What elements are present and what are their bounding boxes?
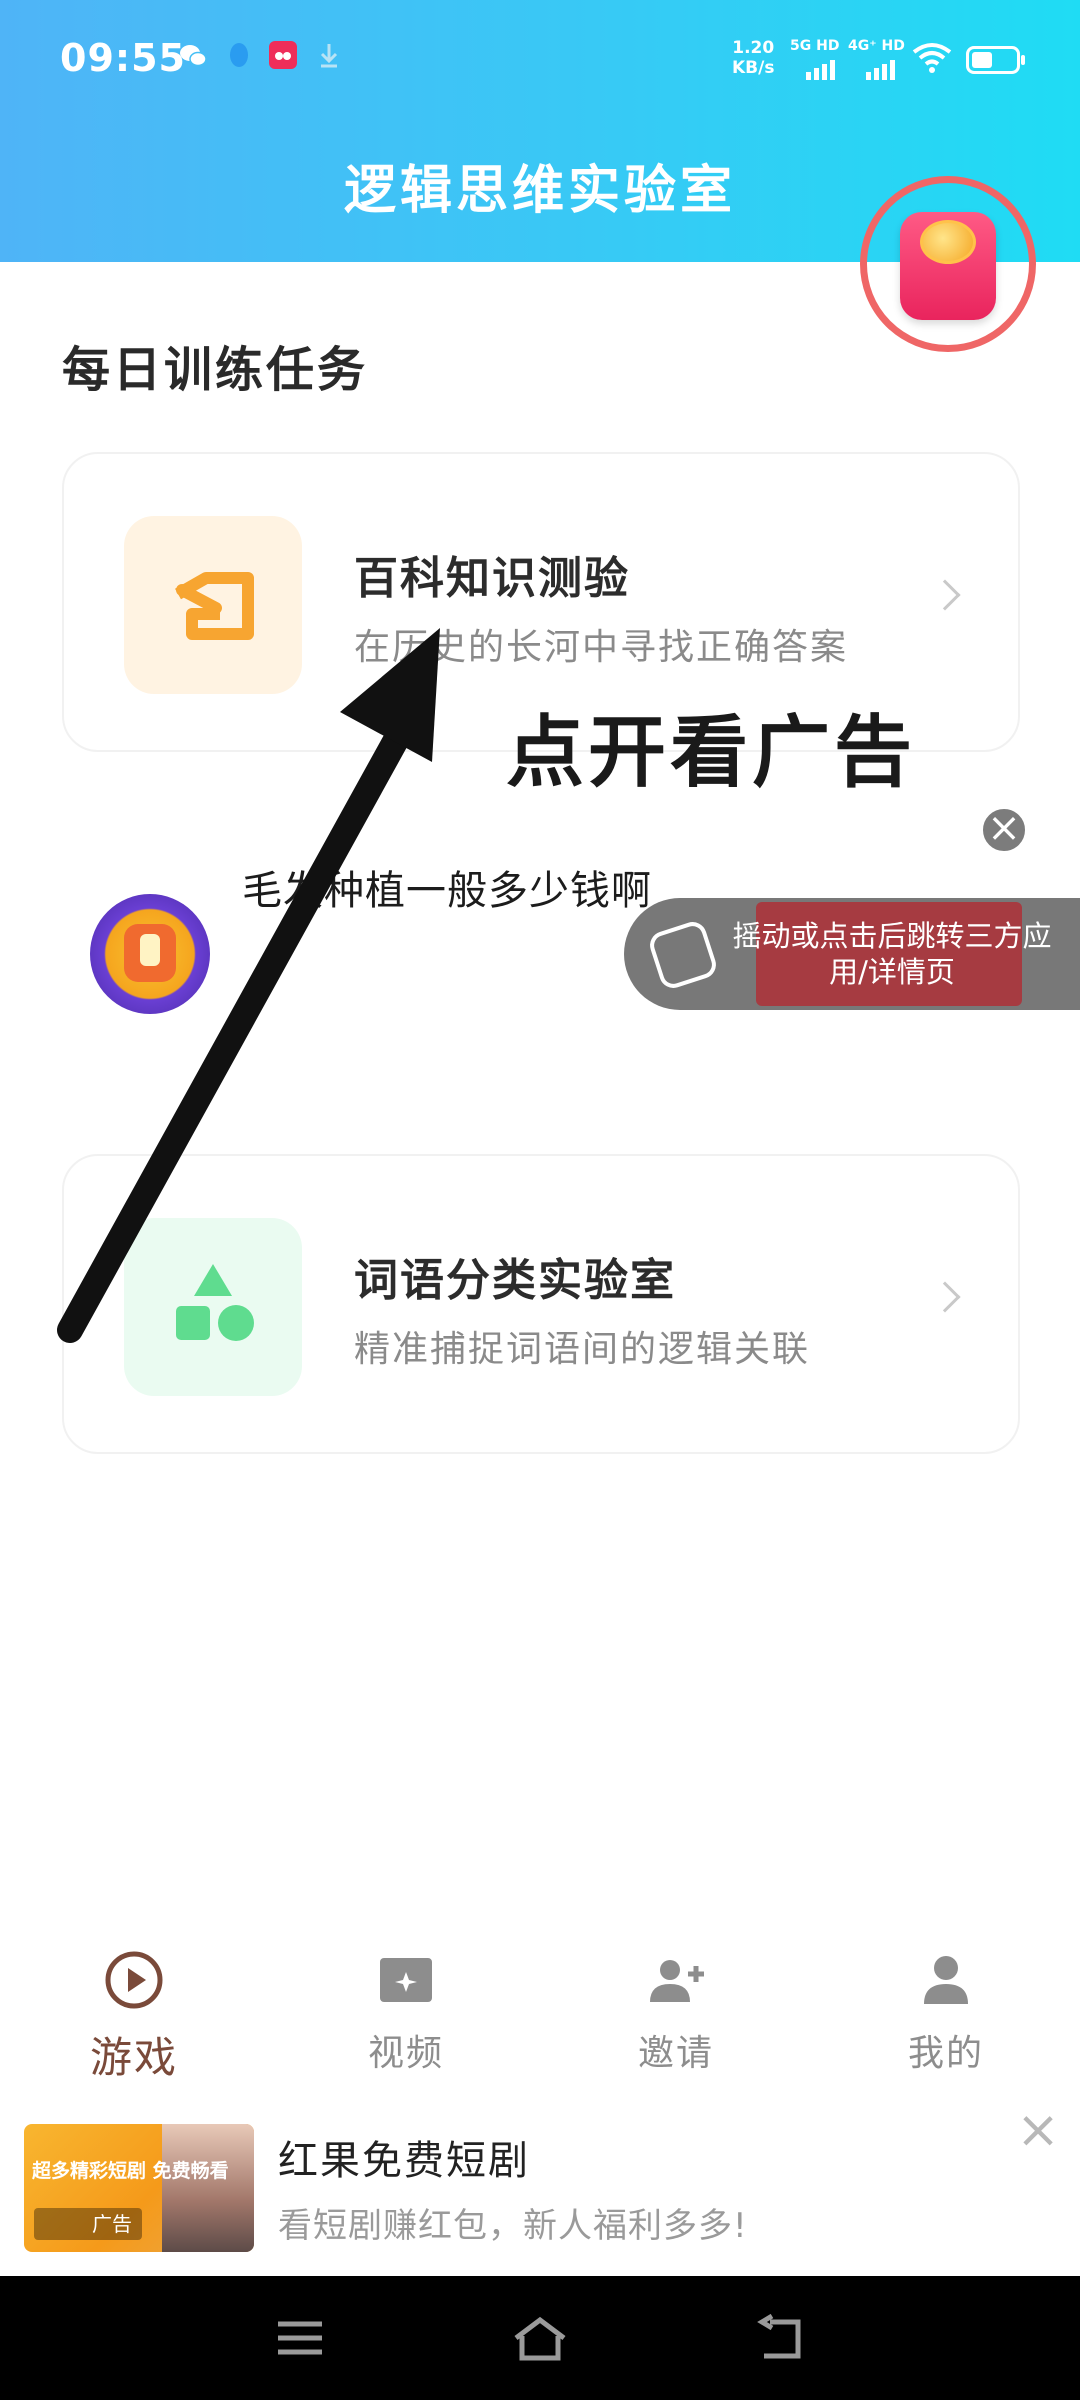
chevron-right-icon xyxy=(929,1281,961,1313)
net-speed-value: 1.20 xyxy=(732,38,775,58)
sim2-label: 4G⁺ HD xyxy=(848,38,905,54)
ad-close-button[interactable]: × xyxy=(980,806,1028,854)
back-icon[interactable] xyxy=(750,2312,810,2364)
sim2-signal-icon xyxy=(866,60,895,80)
tab-label: 邀请 xyxy=(637,2033,714,2074)
shake-ad-text: 摇动或点击后跳转三方应用/详情页 xyxy=(732,919,1052,989)
task-title: 词语分类实验室 xyxy=(354,1255,676,1306)
tab-profile[interactable]: 我的 xyxy=(846,1950,1046,2076)
status-bar: 09:55 1.20 KB/s 5G HD 4G⁺ HD xyxy=(0,0,1080,118)
ad-query-text: 毛发种植一般多少钱啊 xyxy=(242,868,652,914)
sim1-signal-icon xyxy=(806,60,835,80)
tab-video[interactable]: 视频 xyxy=(306,1950,506,2076)
menu-icon[interactable] xyxy=(270,2312,330,2364)
annotation-open-ad: 点开看广告 xyxy=(506,708,917,798)
red-packet-button[interactable] xyxy=(900,212,996,320)
net-speed: 1.20 KB/s xyxy=(732,38,774,78)
tab-game[interactable]: 游戏 xyxy=(34,1950,234,2085)
shapes-icon xyxy=(124,1218,302,1396)
bottom-tab-bar: 游戏 视频 邀请 我的 xyxy=(0,1930,1080,2090)
status-time: 09:55 xyxy=(60,36,186,80)
ad-tag: 广告 xyxy=(34,2208,142,2240)
sim1-label: 5G HD xyxy=(790,38,840,54)
wechat-icon xyxy=(180,45,207,67)
task-description: 精准捕捉词语间的逻辑关联 xyxy=(354,1329,811,1370)
task-card-word-classify[interactable]: 词语分类实验室 精准捕捉词语间的逻辑关联 xyxy=(62,1154,1020,1454)
tab-invite[interactable]: 邀请 xyxy=(576,1950,776,2076)
banner-ad-title: 红果免费短剧 xyxy=(278,2138,530,2184)
quiz-icon xyxy=(124,516,302,694)
task-title: 百科知识测验 xyxy=(354,553,630,604)
tab-label: 视频 xyxy=(367,2033,444,2074)
home-icon[interactable] xyxy=(510,2312,570,2364)
bottom-banner-ad[interactable]: 超多精彩短剧 免费畅看 广告 红果免费短剧 看短剧赚红包，新人福利多多! xyxy=(0,2100,1080,2276)
video-icon xyxy=(376,1950,436,2010)
shake-ad-button[interactable]: 摇动或点击后跳转三方应用/详情页 xyxy=(624,898,1080,1010)
net-speed-unit: KB/s xyxy=(732,58,775,78)
banner-ad-image: 超多精彩短剧 免费畅看 广告 xyxy=(24,2124,254,2252)
shake-phone-icon xyxy=(646,918,720,992)
system-nav-bar xyxy=(0,2276,1080,2400)
invite-icon xyxy=(646,1950,706,2010)
banner-close-icon[interactable]: × xyxy=(1016,2104,1060,2156)
profile-icon xyxy=(916,1950,976,2010)
banner-ad-subtitle: 看短剧赚红包，新人福利多多! xyxy=(278,2206,748,2246)
section-title: 每日训练任务 xyxy=(62,342,369,398)
tab-label: 我的 xyxy=(907,2033,984,2074)
tab-label: 游戏 xyxy=(89,2033,178,2082)
chevron-right-icon xyxy=(929,579,961,611)
app-icon xyxy=(269,41,297,69)
play-icon xyxy=(104,1950,164,2010)
banner-image-text: 超多精彩短剧 免费畅看 xyxy=(32,2160,229,2182)
download-icon xyxy=(320,44,338,68)
task-description: 在历史的长河中寻找正确答案 xyxy=(354,627,849,668)
thumbs-up-medal-icon xyxy=(90,894,210,1014)
qq-icon xyxy=(230,43,248,67)
coin-icon xyxy=(920,220,976,264)
battery-icon xyxy=(966,46,1025,74)
wifi-icon xyxy=(912,43,952,73)
